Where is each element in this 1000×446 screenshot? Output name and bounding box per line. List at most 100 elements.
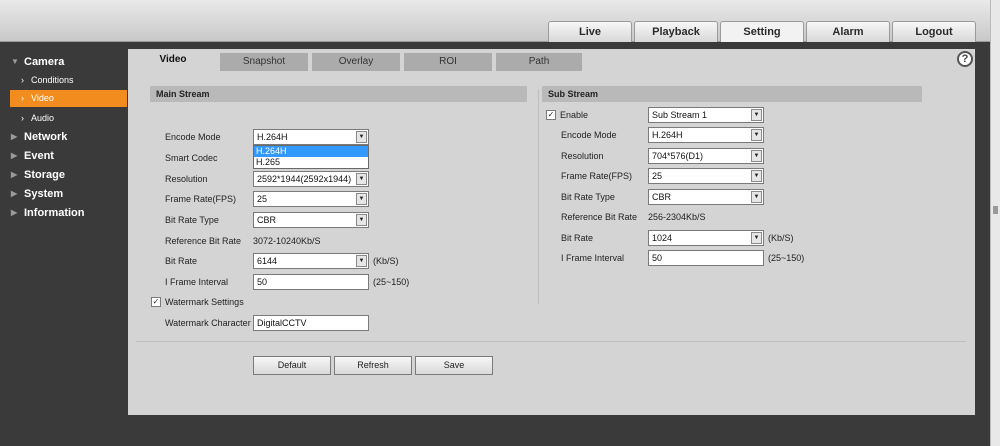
select-value: 6144 [257, 256, 278, 266]
top-header: Live Playback Setting Alarm Logout [0, 0, 990, 42]
frame-rate-select[interactable]: 25 ▼ [253, 191, 369, 207]
sidebar-section-label: System [24, 188, 64, 200]
sidebar-section-network[interactable]: ▶ Network [0, 128, 128, 146]
help-icon[interactable]: ? [957, 51, 973, 67]
select-value: CBR [652, 192, 672, 202]
collapsed-arrow-icon: ▶ [11, 208, 18, 217]
tab-roi[interactable]: ROI [404, 53, 492, 71]
sidebar-section-label: Network [24, 131, 68, 143]
reference-bit-rate-value: 3072-10240Kb/S [253, 236, 321, 246]
sub-reference-bit-rate-label: Reference Bit Rate [561, 212, 638, 222]
select-value: 2592*1944(2592x1944) [257, 174, 352, 184]
chevron-down-icon[interactable]: ▼ [356, 131, 367, 143]
sidebar-section-event[interactable]: ▶ Event [0, 147, 128, 165]
sub-bit-rate-unit: (Kb/S) [768, 233, 794, 243]
dropdown-option[interactable]: H.265 [254, 157, 368, 168]
select-value: CBR [257, 215, 277, 225]
sub-stream-header: Sub Stream [542, 86, 922, 102]
chevron-down-icon[interactable]: ▼ [751, 232, 762, 244]
expanded-arrow-icon: ▼ [11, 57, 19, 66]
select-value: 25 [652, 171, 663, 181]
sub-encode-mode-select[interactable]: H.264H ▼ [648, 127, 764, 143]
bit-rate-label: Bit Rate [165, 256, 198, 266]
select-value: H.264H [257, 132, 288, 142]
sidebar: ▼ Camera › Conditions › Video › Audio ▶ … [0, 43, 128, 443]
sidebar-section-label: Information [24, 207, 85, 219]
iframe-interval-input[interactable]: 50 [253, 274, 369, 290]
form-divider [136, 341, 966, 342]
chevron-down-icon[interactable]: ▼ [751, 170, 762, 182]
watermark-character-input[interactable]: DigitalCCTV [253, 315, 369, 331]
refresh-button[interactable]: Refresh [334, 356, 412, 375]
encode-mode-select[interactable]: H.264H ▼ [253, 129, 369, 145]
sidebar-section-storage[interactable]: ▶ Storage [0, 166, 128, 184]
chevron-down-icon[interactable]: ▼ [751, 191, 762, 203]
sub-bit-rate-type-select[interactable]: CBR ▼ [648, 189, 764, 205]
sub-iframe-interval-label: I Frame Interval [561, 253, 625, 263]
encode-mode-dropdown: H.264H H.265 [253, 145, 369, 169]
select-value: 704*576(D1) [652, 151, 704, 161]
chevron-right-icon: › [21, 113, 24, 123]
tab-snapshot[interactable]: Snapshot [220, 53, 308, 71]
dropdown-option[interactable]: H.264H [254, 146, 368, 157]
sub-bit-rate-label: Bit Rate [561, 233, 594, 243]
bit-rate-type-select[interactable]: CBR ▼ [253, 212, 369, 228]
iframe-interval-label: I Frame Interval [165, 277, 229, 287]
sub-iframe-interval-input[interactable]: 50 [648, 250, 764, 266]
reference-bit-rate-label: Reference Bit Rate [165, 236, 242, 246]
tab-playback[interactable]: Playback [634, 21, 718, 42]
tab-video[interactable]: Video [130, 51, 216, 72]
sidebar-item-audio[interactable]: › Audio [10, 110, 127, 127]
sidebar-section-information[interactable]: ▶ Information [0, 204, 128, 222]
scrollbar-thumb[interactable] [993, 206, 998, 214]
bit-rate-unit: (Kb/S) [373, 256, 399, 266]
chevron-down-icon[interactable]: ▼ [751, 150, 762, 162]
stream-divider [538, 89, 539, 304]
sub-stream-select[interactable]: Sub Stream 1 ▼ [648, 107, 764, 123]
select-value: 1024 [652, 233, 673, 243]
tab-logout[interactable]: Logout [892, 21, 976, 42]
chevron-down-icon[interactable]: ▼ [356, 255, 367, 267]
watermark-settings-checkbox[interactable]: ✓ [151, 297, 161, 307]
tab-path[interactable]: Path [496, 53, 582, 71]
sub-encode-mode-label: Encode Mode [561, 130, 617, 140]
chevron-down-icon[interactable]: ▼ [356, 193, 367, 205]
sub-resolution-select[interactable]: 704*576(D1) ▼ [648, 148, 764, 164]
sidebar-section-camera[interactable]: ▼ Camera [0, 53, 128, 71]
sidebar-section-label: Storage [24, 169, 65, 181]
sub-frame-rate-select[interactable]: 25 ▼ [648, 168, 764, 184]
encode-mode-label: Encode Mode [165, 132, 221, 142]
sidebar-section-system[interactable]: ▶ System [0, 185, 128, 203]
enable-checkbox[interactable]: ✓ [546, 110, 556, 120]
chevron-down-icon[interactable]: ▼ [751, 129, 762, 141]
frame-rate-label: Frame Rate(FPS) [165, 194, 237, 204]
chevron-right-icon: › [21, 75, 24, 85]
bit-rate-select[interactable]: 6144 ▼ [253, 253, 369, 269]
collapsed-arrow-icon: ▶ [11, 189, 18, 198]
sub-bit-rate-select[interactable]: 1024 ▼ [648, 230, 764, 246]
chevron-down-icon[interactable]: ▼ [356, 214, 367, 226]
resolution-select[interactable]: 2592*1944(2592x1944) ▼ [253, 171, 369, 187]
iframe-interval-range: (25~150) [373, 277, 410, 287]
chevron-down-icon[interactable]: ▼ [751, 109, 762, 121]
sidebar-item-video[interactable]: › Video [10, 90, 127, 107]
collapsed-arrow-icon: ▶ [11, 170, 18, 179]
enable-label: Enable [560, 110, 589, 120]
collapsed-arrow-icon: ▶ [11, 132, 18, 141]
sidebar-section-label: Camera [24, 56, 65, 68]
tab-setting[interactable]: Setting [720, 21, 804, 42]
select-value: 25 [257, 194, 268, 204]
main-panel: Video Snapshot Overlay ROI Path ? Main S… [128, 49, 975, 415]
vertical-scrollbar[interactable] [990, 0, 1000, 446]
sidebar-item-conditions[interactable]: › Conditions [10, 72, 127, 89]
tab-alarm[interactable]: Alarm [806, 21, 890, 42]
default-button[interactable]: Default [253, 356, 331, 375]
smart-codec-label: Smart Codec [165, 153, 218, 163]
tab-overlay[interactable]: Overlay [312, 53, 400, 71]
chevron-down-icon[interactable]: ▼ [356, 173, 367, 185]
select-value: Sub Stream 1 [652, 110, 708, 120]
save-button[interactable]: Save [415, 356, 493, 375]
tab-live[interactable]: Live [548, 21, 632, 42]
select-value: H.264H [652, 130, 683, 140]
collapsed-arrow-icon: ▶ [11, 151, 18, 160]
